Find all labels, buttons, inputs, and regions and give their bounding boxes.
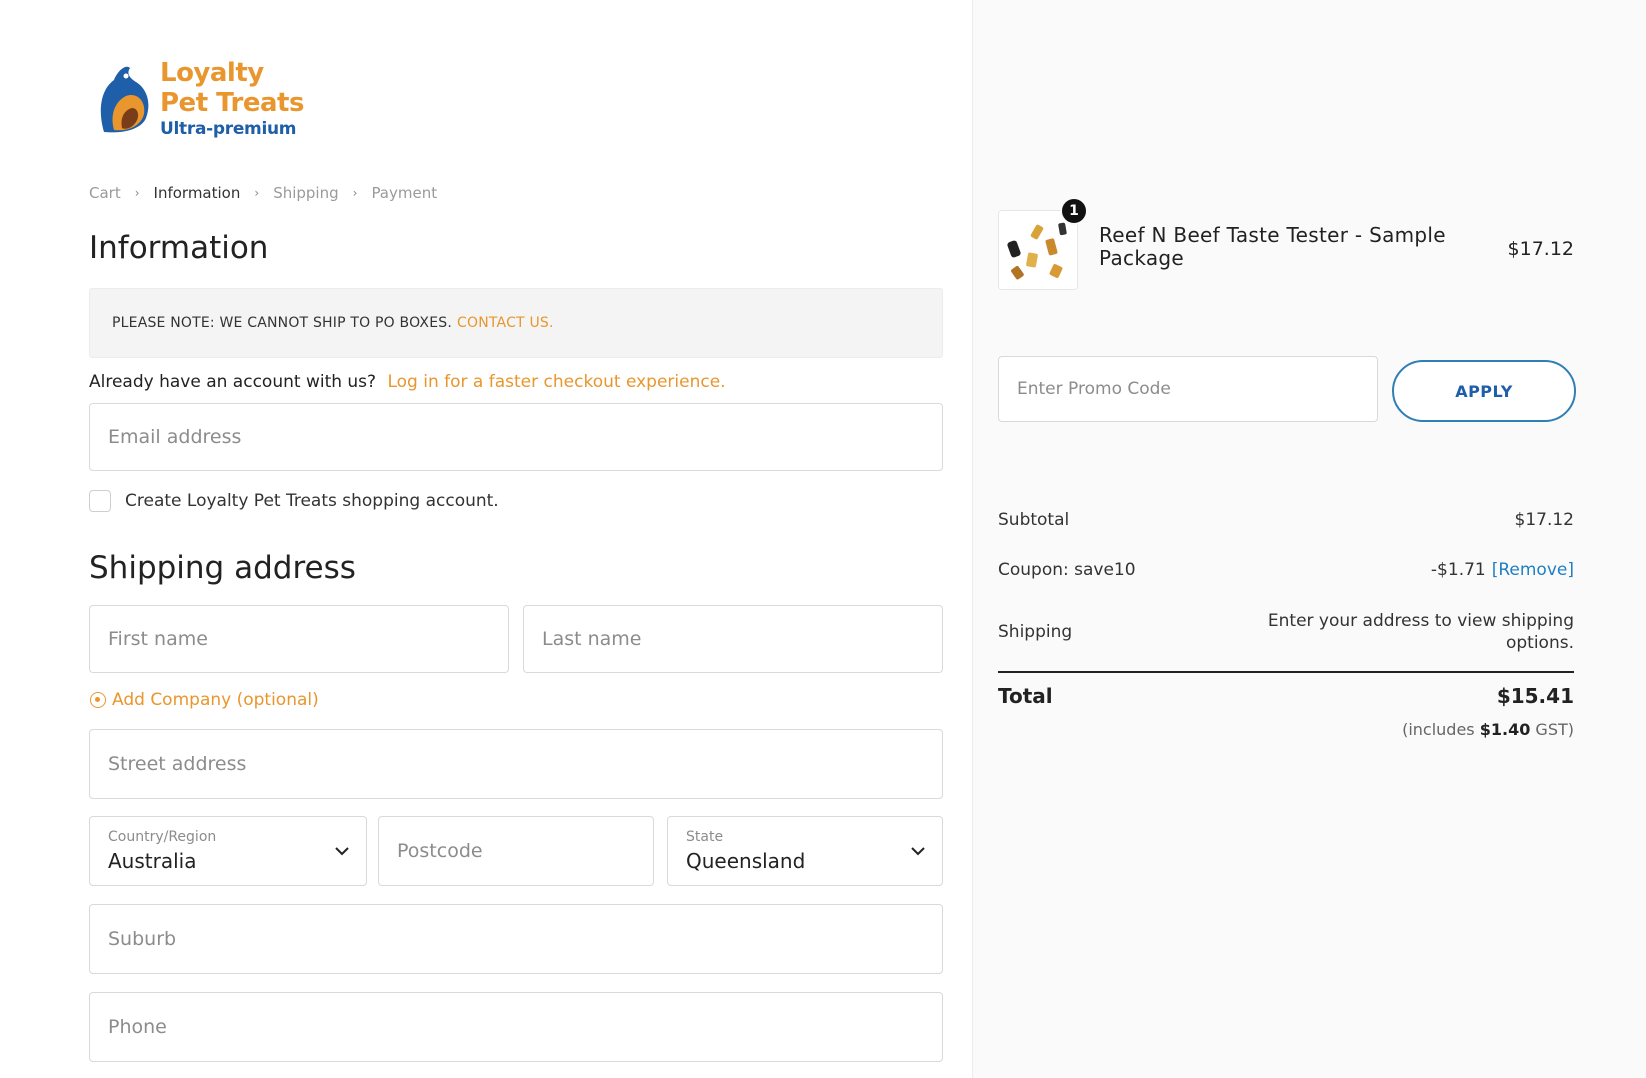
last-name-placeholder: Last name (542, 628, 642, 650)
shipping-note-line-1: Enter your address to view shipping (1267, 611, 1574, 631)
brand-wordmark: Loyalty Pet Treats Ultra-premium (160, 58, 304, 140)
last-name-field[interactable]: Last name (523, 605, 943, 673)
state-label: State (686, 829, 724, 845)
subtotal-row: Subtotal $17.12 (998, 510, 1574, 530)
product-name: Reef N Beef Taste Tester - Sample Packag… (1099, 223, 1446, 270)
create-account-option[interactable]: Create Loyalty Pet Treats shopping accou… (89, 490, 499, 512)
coupon-discount: -$1.71 [Remove] (1431, 560, 1574, 580)
order-summary-panel (972, 0, 1646, 1078)
gst-note: (includes $1.40 GST) (1402, 720, 1574, 739)
gst-prefix: (includes (1402, 720, 1475, 739)
brand-line-2: Pet Treats (160, 88, 304, 118)
breadcrumb: Cart › Information › Shipping › Payment (89, 184, 437, 202)
shipping-note-line-2: options. (1505, 633, 1574, 653)
add-circle-icon (90, 692, 106, 708)
coupon-value: -$1.71 (1430, 560, 1486, 580)
total-divider (998, 671, 1574, 673)
chevron-right-icon: › (134, 186, 140, 200)
add-company-toggle[interactable]: Add Company (optional) (90, 690, 319, 710)
street-address-field[interactable]: Street address (89, 729, 943, 799)
checkout-form-panel: Loyalty Pet Treats Ultra-premium Cart › … (0, 0, 972, 1078)
create-account-checkbox[interactable] (89, 490, 111, 512)
chevron-down-icon (911, 847, 925, 856)
login-link[interactable]: Log in for a faster checkout experience. (387, 372, 725, 392)
brand-line-1: Loyalty (160, 58, 264, 88)
chevron-down-icon (335, 847, 349, 856)
gst-suffix: GST) (1535, 720, 1574, 739)
promo-code-input[interactable]: Enter Promo Code (998, 356, 1378, 422)
suburb-field[interactable]: Suburb (89, 904, 943, 974)
email-field[interactable]: Email address (89, 403, 943, 471)
subtotal-value: $17.12 (1514, 510, 1574, 530)
breadcrumb-cart[interactable]: Cart (89, 184, 121, 202)
add-company-label: Add Company (optional) (112, 690, 319, 710)
breadcrumb-shipping: Shipping (273, 184, 339, 202)
chevron-right-icon: › (352, 186, 358, 200)
subtotal-label: Subtotal (998, 510, 1070, 530)
postcode-field[interactable]: Postcode (378, 816, 654, 886)
postcode-placeholder: Postcode (397, 840, 483, 862)
apply-promo-button[interactable]: APPLY (1392, 360, 1576, 422)
account-prompt-text: Already have an account with us? (89, 372, 377, 392)
total-row: Total $15.41 (998, 684, 1574, 708)
breadcrumb-information: Information (153, 184, 241, 202)
information-heading: Information (89, 230, 269, 266)
shipping-row: Shipping Enter your address to view ship… (998, 610, 1574, 654)
street-placeholder: Street address (108, 753, 247, 775)
gst-amount: $1.40 (1479, 720, 1531, 739)
total-label: Total (998, 684, 1053, 708)
brand-line-3: Ultra-premium (160, 119, 297, 139)
phone-field[interactable]: Phone (89, 992, 943, 1062)
po-box-notice: PLEASE NOTE: WE CANNOT SHIP TO PO BOXES.… (89, 288, 943, 358)
country-select[interactable]: Country/Region Australia (89, 816, 367, 886)
state-select[interactable]: State Queensland (667, 816, 943, 886)
account-prompt: Already have an account with us? Log in … (89, 372, 726, 392)
notice-text: PLEASE NOTE: WE CANNOT SHIP TO PO BOXES. (112, 315, 452, 331)
suburb-placeholder: Suburb (108, 928, 177, 950)
dog-logo-icon (100, 66, 149, 133)
breadcrumb-payment: Payment (371, 184, 438, 202)
product-price: $17.12 (1507, 238, 1574, 260)
shipping-label: Shipping (998, 622, 1073, 642)
remove-coupon-link[interactable]: [Remove] (1492, 560, 1574, 580)
country-value: Australia (108, 849, 197, 873)
country-label: Country/Region (108, 829, 217, 845)
create-account-label: Create Loyalty Pet Treats shopping accou… (125, 491, 499, 511)
first-name-placeholder: First name (108, 628, 208, 650)
shipping-note: Enter your address to view shipping opti… (1268, 610, 1574, 654)
chevron-right-icon: › (254, 186, 260, 200)
quantity-badge: 1 (1060, 197, 1088, 225)
brand-logo[interactable]: Loyalty Pet Treats Ultra-premium (96, 58, 326, 142)
total-value: $15.41 (1496, 684, 1574, 708)
shipping-address-heading: Shipping address (89, 550, 356, 586)
phone-placeholder: Phone (108, 1016, 167, 1038)
state-value: Queensland (686, 849, 806, 873)
coupon-row: Coupon: save10 -$1.71 [Remove] (998, 560, 1574, 580)
promo-placeholder: Enter Promo Code (1017, 379, 1171, 399)
first-name-field[interactable]: First name (89, 605, 509, 673)
coupon-label: Coupon: save10 (998, 560, 1136, 580)
email-placeholder: Email address (108, 426, 242, 448)
contact-us-link[interactable]: CONTACT US. (457, 315, 554, 331)
